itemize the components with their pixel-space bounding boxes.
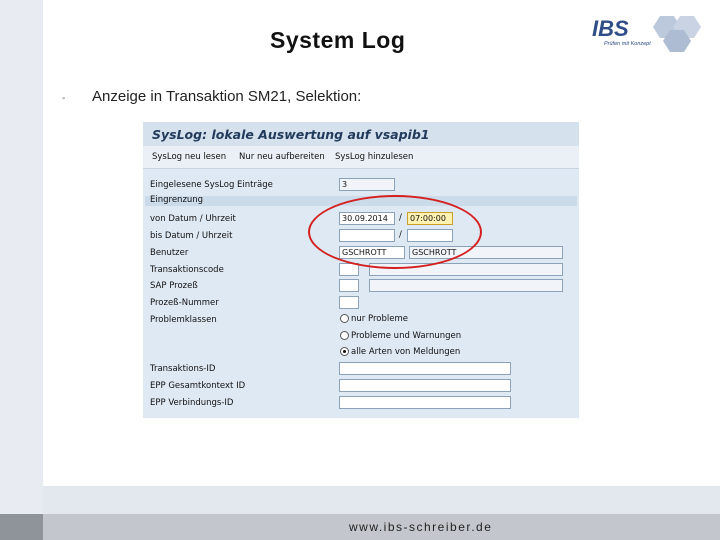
radio-all-messages-label: alle Arten von Meldungen <box>351 347 461 357</box>
transaction-id-field[interactable] <box>339 362 511 375</box>
logo-tagline: Prüfen mit Konzept <box>604 41 651 47</box>
left-sidebar <box>0 0 43 540</box>
user-label: Benutzer <box>150 248 189 258</box>
entries-field: 3 <box>339 178 395 191</box>
ibs-logo-icon: IBS Prüfen mit Konzept <box>592 16 701 52</box>
syslog-reload-button[interactable]: SysLog neu lesen <box>152 152 226 162</box>
process-number-label: Prozeß-Nummer <box>150 298 219 308</box>
ibs-logo: IBS Prüfen mit Konzept <box>588 12 708 58</box>
radio-problems-warnings-label: Probleme und Warnungen <box>351 331 462 341</box>
sap-toolbar: SysLog neu lesen Nur neu aufbereiten Sys… <box>143 146 579 169</box>
footer-url: www.ibs-schreiber.de <box>349 520 493 534</box>
sap-title-bar: SysLog: lokale Auswertung auf vsapib1 <box>143 122 579 146</box>
to-date-label: bis Datum / Uhrzeit <box>150 231 233 241</box>
epp-connection-label: EPP Verbindungs-ID <box>150 398 234 408</box>
sidebar-footer <box>0 514 43 540</box>
process-field[interactable] <box>339 279 359 292</box>
logo-text: IBS <box>592 16 629 41</box>
from-date-label: von Datum / Uhrzeit <box>150 214 236 224</box>
slide-title: System Log <box>270 27 406 53</box>
highlight-ring <box>308 195 482 269</box>
epp-connection-field[interactable] <box>339 396 511 409</box>
footer-band <box>43 486 720 514</box>
radio-problems-warnings[interactable] <box>340 331 349 340</box>
group-label: Eingrenzung <box>150 195 204 205</box>
process-number-field[interactable] <box>339 296 359 309</box>
syslog-append-button[interactable]: SysLog hinzulesen <box>335 152 413 162</box>
epp-context-field[interactable] <box>339 379 511 392</box>
reformat-only-button[interactable]: Nur neu aufbereiten <box>239 152 325 162</box>
transaction-id-label: Transaktions-ID <box>150 364 216 374</box>
process-label: SAP Prozeß <box>150 281 198 291</box>
intro-text: Anzeige in Transaktion SM21, Selektion: <box>92 88 362 105</box>
entries-label: Eingelesene SysLog Einträge <box>150 180 273 190</box>
problem-class-label: Problemklassen <box>150 315 217 325</box>
epp-context-label: EPP Gesamtkontext ID <box>150 381 246 391</box>
bullet-marker: - <box>62 93 66 104</box>
process-text-field <box>369 279 563 292</box>
sap-window: SysLog: lokale Auswertung auf vsapib1 Sy… <box>143 122 579 418</box>
tcode-label: Transaktionscode <box>150 265 224 275</box>
radio-only-problems[interactable] <box>340 314 349 323</box>
radio-all-messages[interactable] <box>340 347 349 356</box>
radio-only-problems-label: nur Probleme <box>351 314 408 324</box>
sap-window-title: SysLog: lokale Auswertung auf vsapib1 <box>152 127 430 142</box>
